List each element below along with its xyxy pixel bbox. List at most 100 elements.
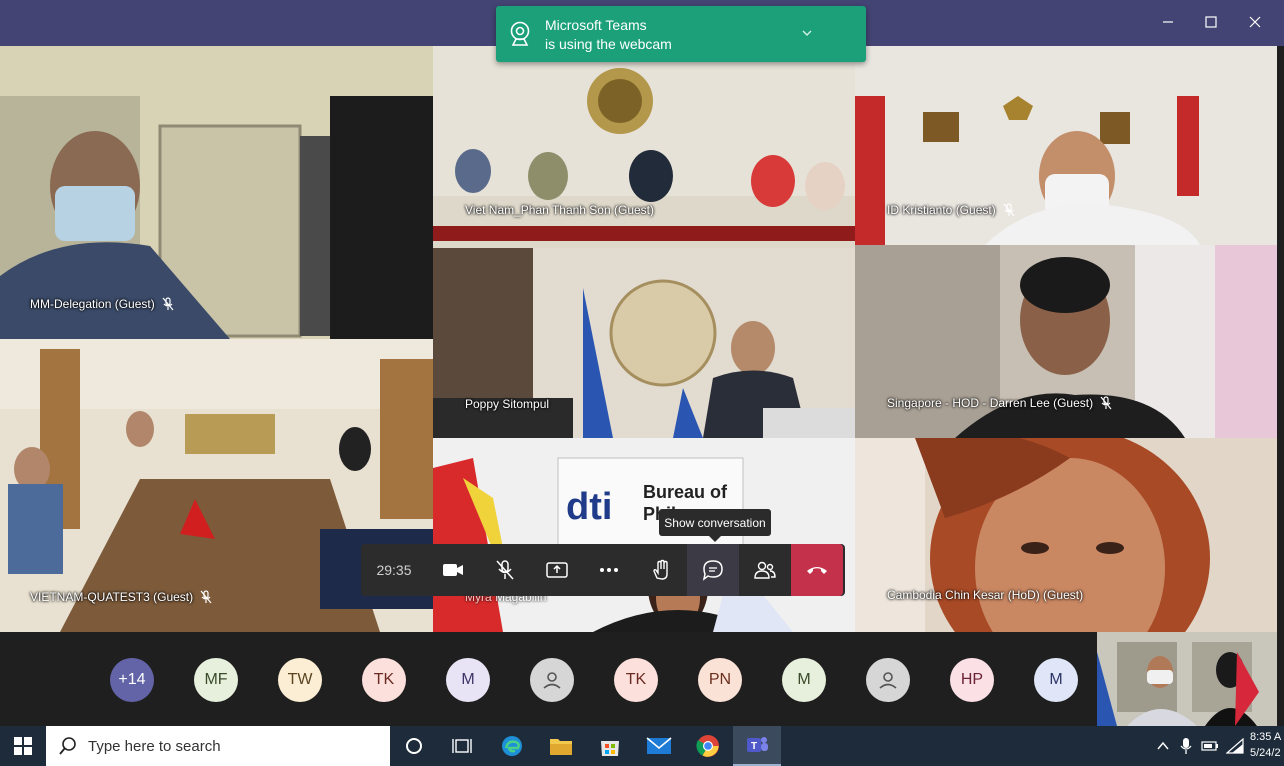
participant-avatar[interactable]: PN [698,658,742,702]
search-placeholder: Type here to search [88,737,221,755]
participant-name-label: ID Kristianto (Guest) [887,203,996,217]
chevron-down-icon[interactable] [802,28,812,38]
person-icon [543,672,561,689]
edge-icon [502,736,522,756]
meeting-timer: 29:35 [376,562,412,578]
teams-icon: T [747,737,768,752]
battery-icon [1201,741,1218,751]
taskbar-mail[interactable] [635,726,683,766]
participant-avatar[interactable]: M [1034,658,1078,702]
search-icon [59,737,76,755]
participant-name-label: Cambodia Chin Kesar (HoD) (Guest) [887,588,1084,602]
wifi-tray-button[interactable] [1222,726,1248,766]
taskbar-search-box[interactable]: Type here to search [46,726,390,766]
mute-button[interactable] [479,544,531,596]
webcam-notification[interactable]: Microsoft Teams is using the webcam [496,6,866,62]
hang-up-button[interactable] [791,544,843,596]
mic-off-icon [1003,203,1015,217]
chrome-icon [696,735,719,757]
share-screen-icon [546,562,568,578]
video-feed [1097,632,1277,726]
task-view-button[interactable] [438,726,486,766]
maximize-button[interactable] [1196,8,1226,36]
participant-name: VIETNAM-QUATEST3 (Guest) [30,590,213,604]
participant-strip: +14 MF TW TK M TK PN M HP M [0,632,1284,726]
battery-tray-button[interactable] [1198,726,1222,766]
taskbar-edge[interactable] [488,726,536,766]
video-tile-singapore[interactable]: Singapore - HOD - Darren Lee (Guest) [855,245,1277,438]
store-icon [601,741,619,756]
video-tile-myra[interactable]: dti Bureau of Phil Myra Magabilin [433,438,855,632]
participant-avatar[interactable]: TW [278,658,322,702]
participant-name-label: MM-Delegation (Guest) [30,297,155,311]
minimize-button[interactable] [1153,8,1183,36]
start-button[interactable] [0,726,46,766]
video-feed [433,46,855,248]
close-icon [1249,16,1261,28]
folder-icon [550,739,572,755]
video-tile-cambodia[interactable]: Cambodia Chin Kesar (HoD) (Guest) [855,438,1277,632]
taskbar-file-explorer[interactable] [537,726,585,766]
participant-name-label: VIETNAM-QUATEST3 (Guest) [30,590,194,604]
camera-icon [443,564,463,576]
person-icon [879,672,897,689]
meeting-controls: 29:35 [361,544,845,596]
mic-off-icon [200,590,212,604]
participant-name: Viet Nam_Phan Thanh Son (Guest) [465,203,654,217]
participant-name-label: Singapore - HOD - Darren Lee (Guest) [887,396,1094,410]
mail-icon [646,737,672,754]
sign-text-line1: Bureau of [643,482,728,502]
clock-date: 5/24/2 [1250,747,1281,759]
mic-off-icon [496,560,514,580]
chevron-up-icon [1157,741,1169,750]
mic-off-icon [162,297,174,311]
participant-avatar[interactable]: +14 [110,658,154,702]
cortana-icon [406,738,422,754]
people-icon [754,561,776,579]
participant-avatar[interactable]: M [446,658,490,702]
windows-logo-icon [14,737,32,755]
wifi-icon [1226,738,1244,754]
participant-avatar[interactable]: TK [614,658,658,702]
self-view-video[interactable] [1097,632,1277,726]
svg-text:T: T [751,741,757,752]
taskbar-clock[interactable]: 8:35 A 5/24/2 [1250,729,1281,761]
taskbar-store[interactable] [586,726,634,766]
chat-icon [702,560,723,581]
notification-message: is using the webcam [545,36,672,52]
camera-button[interactable] [427,544,479,596]
video-tile-id-kristianto[interactable]: ID Kristianto (Guest) [855,46,1277,245]
video-tile-mm-delegation[interactable]: MM-Delegation (Guest) [0,46,433,339]
show-conversation-button[interactable] [687,544,739,596]
participant-avatar-anonymous[interactable] [866,658,910,702]
taskbar-teams[interactable]: T [733,726,781,766]
participant-name: Singapore - HOD - Darren Lee (Guest) [887,396,1113,410]
video-tile-poppy[interactable]: Poppy Sitompul [433,248,855,438]
participant-avatar-anonymous[interactable] [530,658,574,702]
maximize-icon [1205,16,1217,28]
webcam-icon [510,21,530,46]
participant-name: Poppy Sitompul [465,397,549,411]
more-actions-button[interactable] [583,544,635,596]
share-screen-button[interactable] [531,544,583,596]
cortana-button[interactable] [390,726,438,766]
participants-button[interactable] [739,544,791,596]
participant-avatar[interactable]: HP [950,658,994,702]
microphone-icon [1180,738,1192,754]
participant-avatar[interactable]: MF [194,658,238,702]
participant-avatar[interactable]: TK [362,658,406,702]
taskbar-chrome[interactable] [684,726,732,766]
participant-avatar[interactable]: M [782,658,826,702]
video-tile-vietnam-phan[interactable]: Viet Nam_Phan Thanh Son (Guest) [433,46,855,248]
raise-hand-icon [653,559,668,580]
close-button[interactable] [1240,8,1270,36]
raise-hand-button[interactable] [635,544,687,596]
microphone-tray-button[interactable] [1174,726,1198,766]
dti-logo: dti [566,486,613,528]
video-feed [0,46,433,339]
participant-name-label: Poppy Sitompul [465,397,550,411]
more-icon [600,568,618,572]
show-hidden-icons-button[interactable] [1150,726,1176,766]
windows-taskbar: Type here to search T 8:35 A 5/24/2 [0,726,1284,766]
notification-title: Microsoft Teams [545,17,647,33]
